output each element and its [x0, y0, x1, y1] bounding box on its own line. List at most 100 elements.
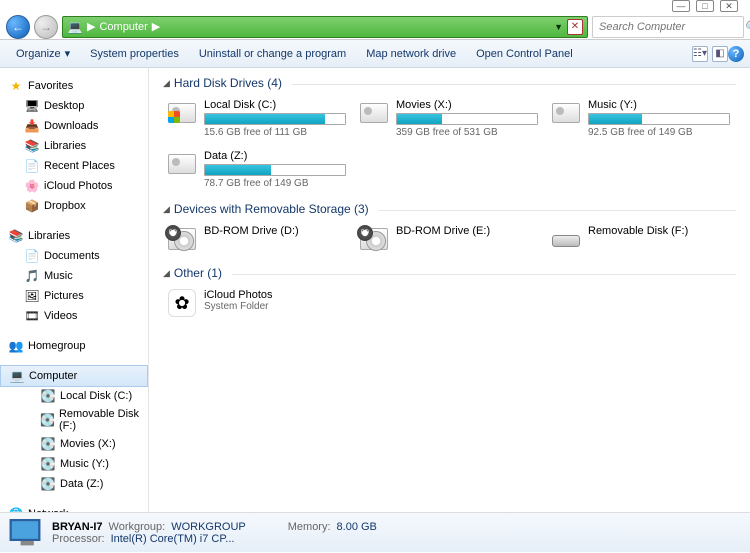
- computer-icon: 💻: [67, 19, 83, 35]
- sidebar-item-label: Libraries: [44, 140, 86, 152]
- capacity-bar: [588, 113, 730, 125]
- sidebar-item-label: Pictures: [44, 290, 84, 302]
- library-icon: 🎵: [24, 268, 40, 284]
- preview-pane-button[interactable]: ◧: [712, 46, 728, 62]
- collapse-icon: ◢: [163, 78, 170, 89]
- folder-icon: 🌸: [24, 178, 40, 194]
- search-icon[interactable]: 🔍: [744, 20, 750, 33]
- other-item[interactable]: ✿ iCloud Photos System Folder: [163, 286, 349, 320]
- status-computer-name: BRYAN-I7: [52, 521, 103, 533]
- sidebar-favorites-header[interactable]: ★ Favorites: [0, 76, 148, 96]
- sidebar-homegroup-header[interactable]: 👥 Homegroup: [0, 336, 148, 356]
- sidebar-item-drive[interactable]: 💽 Movies (X:): [0, 434, 148, 454]
- drive-name: Local Disk (C:): [204, 99, 346, 111]
- sidebar-item-drive[interactable]: 💽 Data (Z:): [0, 474, 148, 494]
- uninstall-button[interactable]: Uninstall or change a program: [189, 44, 356, 64]
- sidebar-item-label: Documents: [44, 250, 100, 262]
- back-button[interactable]: ←: [6, 15, 30, 39]
- section-hard-disk-drives: ◢ Hard Disk Drives (4) Local Disk (C:) 1…: [163, 74, 736, 192]
- sidebar-computer-header[interactable]: 💻 Computer: [0, 365, 148, 387]
- organize-button[interactable]: Organize ▾: [6, 43, 80, 64]
- minimize-button[interactable]: —: [672, 0, 690, 12]
- maximize-button[interactable]: □: [696, 0, 714, 12]
- sidebar-item-favorites[interactable]: 🌸 iCloud Photos: [0, 176, 148, 196]
- sidebar-item-label: Music (Y:): [60, 458, 109, 470]
- sidebar-item-drive[interactable]: 💽 Local Disk (C:): [0, 386, 148, 406]
- forward-button[interactable]: →: [34, 15, 58, 39]
- icloud-photos-icon: ✿: [166, 289, 198, 317]
- search-box[interactable]: 🔍: [592, 16, 744, 38]
- toolbar: Organize ▾ System properties Uninstall o…: [0, 40, 750, 68]
- drive-free-text: 359 GB free of 531 GB: [396, 127, 538, 138]
- drive-icon: 💽: [40, 388, 56, 404]
- section-header-other[interactable]: ◢ Other (1): [163, 264, 736, 282]
- system-properties-button[interactable]: System properties: [80, 44, 189, 64]
- sidebar-item-library[interactable]: 🎵 Music: [0, 266, 148, 286]
- help-button[interactable]: ?: [728, 46, 744, 62]
- sidebar-item-library[interactable]: 📄 Documents: [0, 246, 148, 266]
- sidebar-libraries-header[interactable]: 📚 Libraries: [0, 226, 148, 246]
- sidebar-item-favorites[interactable]: 📦 Dropbox: [0, 196, 148, 216]
- sidebar-item-label: Videos: [44, 310, 77, 322]
- section-header-removable[interactable]: ◢ Devices with Removable Storage (3): [163, 200, 736, 218]
- close-button[interactable]: ✕: [720, 0, 738, 12]
- chevron-down-icon: ▾: [65, 47, 71, 60]
- section-header-hdd[interactable]: ◢ Hard Disk Drives (4): [163, 74, 736, 92]
- drive-item[interactable]: Music (Y:) 92.5 GB free of 149 GB: [547, 96, 733, 141]
- status-processor-label: Processor:: [52, 533, 105, 545]
- sidebar-item-favorites[interactable]: 🖥 Desktop: [0, 96, 148, 116]
- capacity-bar: [396, 113, 538, 125]
- collapse-icon: ◢: [163, 268, 170, 279]
- sidebar-item-drive[interactable]: 💽 Music (Y:): [0, 454, 148, 474]
- drive-item[interactable]: Movies (X:) 359 GB free of 531 GB: [355, 96, 541, 141]
- control-panel-button[interactable]: Open Control Panel: [466, 44, 583, 64]
- capacity-bar: [204, 164, 346, 176]
- drive-icon: 💽: [40, 456, 56, 472]
- map-network-drive-button[interactable]: Map network drive: [356, 44, 466, 64]
- computer-icon: [10, 517, 42, 549]
- status-memory-value: 8.00 GB: [337, 521, 377, 533]
- address-dropdown-icon[interactable]: ▼: [554, 22, 563, 32]
- removable-drive-item[interactable]: BD BD-ROM Drive (E:): [355, 222, 541, 256]
- drive-name: Removable Disk (F:): [588, 225, 730, 237]
- drive-name: Movies (X:): [396, 99, 538, 111]
- sidebar-item-library[interactable]: 🎞 Videos: [0, 306, 148, 326]
- removable-drive-item[interactable]: Removable Disk (F:): [547, 222, 733, 256]
- sidebar-item-label: Desktop: [44, 100, 84, 112]
- status-workgroup-value: WORKGROUP: [171, 521, 246, 533]
- usb-drive-icon: [550, 225, 582, 253]
- drive-free-text: 78.7 GB free of 149 GB: [204, 178, 346, 189]
- library-icon: 📄: [24, 248, 40, 264]
- search-input[interactable]: [597, 20, 744, 34]
- sidebar-item-label: Data (Z:): [60, 478, 103, 490]
- hard-drive-icon: [166, 150, 198, 178]
- drive-name: BD-ROM Drive (E:): [396, 225, 538, 237]
- window-controls: — □ ✕: [0, 0, 750, 14]
- breadcrumb-location[interactable]: Computer: [99, 21, 147, 33]
- content-pane: ◢ Hard Disk Drives (4) Local Disk (C:) 1…: [149, 68, 750, 512]
- navigation-bar: ← → 💻 ▶ Computer ▶ ▼ ✕ 🔍: [0, 14, 750, 40]
- sidebar-item-library[interactable]: 🖼 Pictures: [0, 286, 148, 306]
- sidebar-item-drive[interactable]: 💽 Removable Disk (F:): [0, 406, 148, 434]
- optical-drive-icon: BD: [166, 225, 198, 253]
- removable-drive-item[interactable]: BD BD-ROM Drive (D:): [163, 222, 349, 256]
- folder-icon: 🖥: [24, 98, 40, 114]
- status-processor-value: Intel(R) Core(TM) i7 CP...: [111, 533, 235, 545]
- address-clear-button[interactable]: ✕: [567, 19, 583, 35]
- library-icon: 🖼: [24, 288, 40, 304]
- sidebar-item-label: Removable Disk (F:): [59, 408, 140, 432]
- sidebar-network-header[interactable]: 🌐 Network: [0, 504, 148, 512]
- sidebar-item-label: Dropbox: [44, 200, 86, 212]
- drive-item[interactable]: Data (Z:) 78.7 GB free of 149 GB: [163, 147, 349, 192]
- navigation-sidebar: ★ Favorites 🖥 Desktop 📥 Downloads 📚 Libr…: [0, 68, 149, 512]
- drive-name: Data (Z:): [204, 150, 346, 162]
- sidebar-item-favorites[interactable]: 📄 Recent Places: [0, 156, 148, 176]
- sidebar-item-favorites[interactable]: 📚 Libraries: [0, 136, 148, 156]
- sidebar-item-favorites[interactable]: 📥 Downloads: [0, 116, 148, 136]
- address-bar[interactable]: 💻 ▶ Computer ▶ ▼ ✕: [62, 16, 588, 38]
- drive-item[interactable]: Local Disk (C:) 15.6 GB free of 111 GB: [163, 96, 349, 141]
- view-options-button[interactable]: ☷▾: [692, 46, 708, 62]
- sidebar-item-label: Music: [44, 270, 73, 282]
- drive-icon: 💽: [40, 476, 56, 492]
- breadcrumb-chevron-icon[interactable]: ▶: [152, 20, 160, 33]
